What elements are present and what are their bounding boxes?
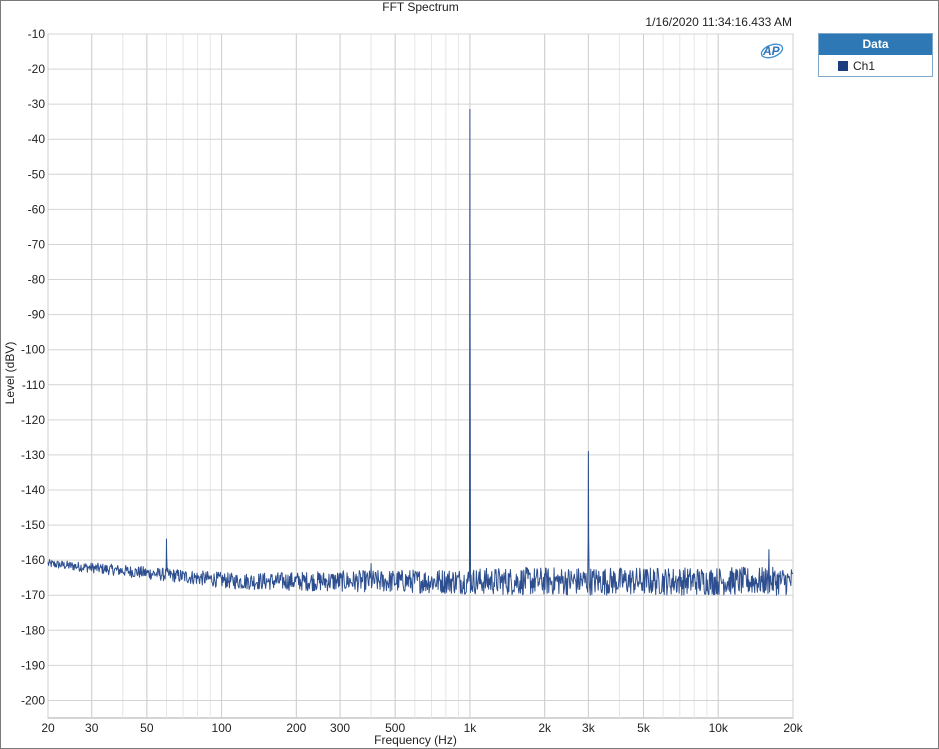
y-tick-label: -120 <box>21 413 45 427</box>
y-tick-label: -180 <box>21 623 45 637</box>
plot-border <box>47 33 794 719</box>
x-tick-label: 2k <box>538 721 552 735</box>
legend-header[interactable]: Data <box>819 34 932 55</box>
x-axis-label: Frequency (Hz) <box>374 733 457 747</box>
x-tick-label: 20k <box>783 721 803 735</box>
y-tick-label: -20 <box>28 62 46 76</box>
y-tick-label: -140 <box>21 483 45 497</box>
y-axis-label: Level (dBV) <box>3 342 17 405</box>
y-tick-label: -150 <box>21 518 45 532</box>
y-tick-label: -40 <box>28 132 46 146</box>
x-tick-label: 5k <box>637 721 651 735</box>
y-tick-label: -100 <box>21 343 45 357</box>
y-tick-label: -70 <box>28 237 46 251</box>
y-tick-label: -130 <box>21 448 45 462</box>
y-tick-label: -190 <box>21 658 45 672</box>
y-tick-label: -200 <box>21 693 45 707</box>
y-tick-label: -80 <box>28 273 46 287</box>
x-tick-label: 10k <box>709 721 729 735</box>
y-tick-label: -50 <box>28 167 46 181</box>
y-tick-label: -60 <box>28 202 46 216</box>
x-tick-label: 100 <box>212 721 232 735</box>
y-tick-label: -30 <box>28 97 46 111</box>
x-tick-label: 1k <box>464 721 478 735</box>
x-tick-label: 300 <box>330 721 350 735</box>
legend-item-label: Ch1 <box>853 58 876 73</box>
y-tick-label: -90 <box>28 308 46 322</box>
y-tick-label: -110 <box>22 378 45 392</box>
y-tick-label: -10 <box>28 27 46 41</box>
y-tick-label: -170 <box>21 588 45 602</box>
legend: Data Ch1 <box>818 33 933 77</box>
y-tick-label: -160 <box>21 553 45 567</box>
ap-logo-icon: AP <box>760 43 784 59</box>
x-tick-label: 3k <box>582 721 596 735</box>
plot-area: -10 -20 -30 -40 -50 -60 -70 -80 -90 -100 -110 -120 -… <box>3 27 804 747</box>
x-tick-label: 50 <box>140 721 154 735</box>
ap-logo-text: AP <box>762 44 781 58</box>
x-tick-label: 200 <box>286 721 306 735</box>
x-tick-label: 30 <box>85 721 99 735</box>
legend-item-ch1[interactable]: Ch1 <box>819 55 932 76</box>
x-tick-label: 20 <box>41 721 55 735</box>
legend-swatch <box>838 60 848 71</box>
